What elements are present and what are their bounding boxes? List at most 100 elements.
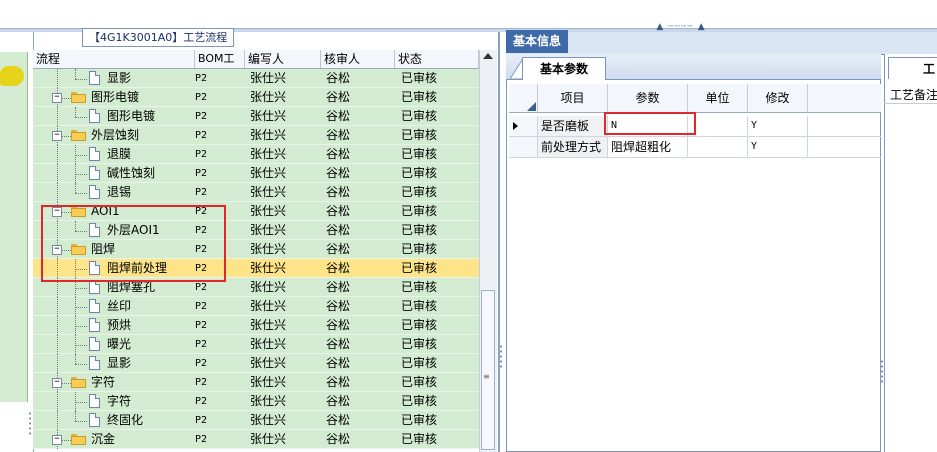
tree-rows: 显影 P2 张仕兴 谷松 已审核 − 图形电镀 P2 张仕兴 谷松 已审核 图形电镀 P2 张仕兴 谷松 已审… xyxy=(33,69,479,449)
tree-folder-row[interactable]: − AOI1 P2 张仕兴 谷松 已审核 xyxy=(33,202,479,221)
tree-cell-bom: P2 xyxy=(195,358,208,369)
tree-leaf-row[interactable]: 终固化 P2 张仕兴 谷松 已审核 xyxy=(33,411,479,430)
tree-cell-writer: 张仕兴 xyxy=(250,223,287,237)
tab-basic-params[interactable]: 基本参数 xyxy=(522,57,606,80)
middle-resize-grip-icon[interactable]: • • • • • xyxy=(499,344,503,371)
tree-cell-status: 已审核 xyxy=(401,318,438,332)
tree-cell-bom: P2 xyxy=(195,282,208,293)
tree-leaf-row[interactable]: 字符 P2 张仕兴 谷松 已审核 xyxy=(33,392,479,411)
process-notes-panel xyxy=(884,54,937,452)
param-unit-cell[interactable] xyxy=(688,137,748,157)
tree-node-label: 碱性蚀刻 xyxy=(107,166,156,180)
tab-process-notes[interactable]: 工 xyxy=(888,57,937,79)
tree-leaf-row[interactable]: 图形电镀 P2 张仕兴 谷松 已审核 xyxy=(33,107,479,126)
tree-node-label: 丝印 xyxy=(107,299,132,313)
tree-cell-status: 已审核 xyxy=(401,223,438,237)
tree-cell-reviewer: 谷松 xyxy=(326,185,351,199)
tree-guide-line xyxy=(75,354,76,364)
tree-node-label: 显影 xyxy=(107,71,132,85)
row-indicator xyxy=(509,116,538,136)
folder-icon xyxy=(71,434,86,445)
tree-node-label: 图形电镀 xyxy=(107,109,156,123)
document-icon xyxy=(89,413,100,427)
tree-folder-row[interactable]: − 图形电镀 P2 张仕兴 谷松 已审核 xyxy=(33,88,479,107)
column-header-modify[interactable]: 修改 xyxy=(748,84,808,112)
param-item-cell: 前处理方式 xyxy=(538,137,608,157)
tree-cell-status: 已审核 xyxy=(401,147,438,161)
tree-node-label: 字符 xyxy=(107,394,132,408)
scrollbar-thumb[interactable] xyxy=(481,290,495,450)
param-row[interactable]: 前处理方式 阻焊超粗化 Y xyxy=(509,137,881,158)
column-header-status[interactable]: 状态 xyxy=(395,50,479,68)
document-icon xyxy=(89,223,100,237)
column-header-param[interactable]: 参数 xyxy=(608,84,688,112)
collapse-toggle-icon[interactable]: − xyxy=(52,93,62,103)
tree-leaf-row[interactable]: 退膜 P2 张仕兴 谷松 已审核 xyxy=(33,145,479,164)
tree-cell-status: 已审核 xyxy=(401,432,438,446)
tab-basic-info[interactable]: 基本信息 xyxy=(506,30,568,53)
tree-leaf-row[interactable]: 显影 P2 张仕兴 谷松 已审核 xyxy=(33,354,479,373)
tree-node-label: 沉金 xyxy=(91,432,116,446)
column-header-writer[interactable]: 编写人 xyxy=(245,50,321,68)
tree-cell-reviewer: 谷松 xyxy=(326,356,351,370)
collapse-toggle-icon[interactable]: − xyxy=(52,378,62,388)
collapse-toggle-icon[interactable]: − xyxy=(52,207,62,217)
tree-cell-writer: 张仕兴 xyxy=(250,242,287,256)
param-value-cell[interactable]: 阻焊超粗化 xyxy=(608,137,688,157)
splitter-grip-icon[interactable]: ▲ ┈┈┈┈ ▲ xyxy=(650,22,712,32)
tree-leaf-row[interactable]: 曝光 P2 张仕兴 谷松 已审核 xyxy=(33,335,479,354)
scroll-up-arrow-icon[interactable] xyxy=(483,53,493,59)
param-modify-cell[interactable]: Y xyxy=(748,116,808,136)
tree-cell-bom: P2 xyxy=(195,377,208,388)
tree-guide-line xyxy=(75,155,87,156)
column-header-bom[interactable]: BOM工厂 xyxy=(195,50,245,83)
collapse-toggle-icon[interactable]: − xyxy=(52,245,62,255)
tree-vertical-scrollbar[interactable]: ≡ xyxy=(479,50,497,452)
tree-leaf-row[interactable]: 外层AOI1 P2 张仕兴 谷松 已审核 xyxy=(33,221,479,240)
tree-folder-row[interactable]: − 沉金 P2 张仕兴 谷松 已审核 xyxy=(33,430,479,449)
tree-guide-line xyxy=(75,69,76,79)
tree-leaf-row[interactable]: 退锡 P2 张仕兴 谷松 已审核 xyxy=(33,183,479,202)
tree-cell-writer: 张仕兴 xyxy=(250,394,287,408)
tree-guide-line xyxy=(57,259,58,278)
tree-guide-line xyxy=(75,221,76,231)
param-modify-cell[interactable]: Y xyxy=(748,137,808,157)
tree-cell-status: 已审核 xyxy=(401,90,438,104)
param-value-cell[interactable]: N xyxy=(608,116,688,136)
column-header-flow[interactable]: 流程 xyxy=(33,50,195,68)
document-icon xyxy=(89,337,100,351)
column-header-reviewer[interactable]: 核审人 xyxy=(321,50,395,68)
tree-cell-status: 已审核 xyxy=(401,109,438,123)
tree-cell-reviewer: 谷松 xyxy=(326,413,351,427)
tree-cell-writer: 张仕兴 xyxy=(250,166,287,180)
tree-cell-bom: P2 xyxy=(195,396,208,407)
tree-guide-line xyxy=(57,145,58,164)
tree-cell-writer: 张仕兴 xyxy=(250,356,287,370)
param-row[interactable]: 是否磨板 N Y xyxy=(509,116,881,137)
tree-folder-row[interactable]: − 字符 P2 张仕兴 谷松 已审核 xyxy=(33,373,479,392)
column-header-unit[interactable]: 单位 xyxy=(688,84,748,112)
tree-node-label: 退膜 xyxy=(107,147,132,161)
column-header-item[interactable]: 项目 xyxy=(538,84,608,112)
tree-cell-writer: 张仕兴 xyxy=(250,109,287,123)
tree-guide-line xyxy=(75,345,87,346)
tree-node-label: AOI1 xyxy=(91,204,120,218)
comment-bubble-icon[interactable] xyxy=(0,66,24,86)
tree-leaf-row[interactable]: 丝印 P2 张仕兴 谷松 已审核 xyxy=(33,297,479,316)
tree-leaf-row[interactable]: 显影 P2 张仕兴 谷松 已审核 xyxy=(33,69,479,88)
tree-folder-row[interactable]: − 阻焊 P2 张仕兴 谷松 已审核 xyxy=(33,240,479,259)
collapse-toggle-icon[interactable]: − xyxy=(52,435,62,445)
tree-leaf-row[interactable]: 碱性蚀刻 P2 张仕兴 谷松 已审核 xyxy=(33,164,479,183)
tree-folder-row[interactable]: − 外层蚀刻 P2 张仕兴 谷松 已审核 xyxy=(33,126,479,145)
param-unit-cell[interactable] xyxy=(688,116,748,136)
folder-icon-body xyxy=(71,246,86,255)
process-title: 【4G1K3001A0】工艺流程 xyxy=(82,28,235,47)
collapse-toggle-icon[interactable]: − xyxy=(52,131,62,141)
left-resize-grip-icon[interactable]: • • • • • xyxy=(28,411,32,452)
tree-leaf-row[interactable]: 阻焊塞孔 P2 张仕兴 谷松 已审核 xyxy=(33,278,479,297)
tree-cell-bom: P2 xyxy=(195,339,208,350)
tree-leaf-row[interactable]: 阻焊前处理 P2 张仕兴 谷松 已审核 xyxy=(33,259,479,278)
tree-leaf-row[interactable]: 预烘 P2 张仕兴 谷松 已审核 xyxy=(33,316,479,335)
tree-guide-line xyxy=(75,402,87,403)
tree-cell-writer: 张仕兴 xyxy=(250,204,287,218)
